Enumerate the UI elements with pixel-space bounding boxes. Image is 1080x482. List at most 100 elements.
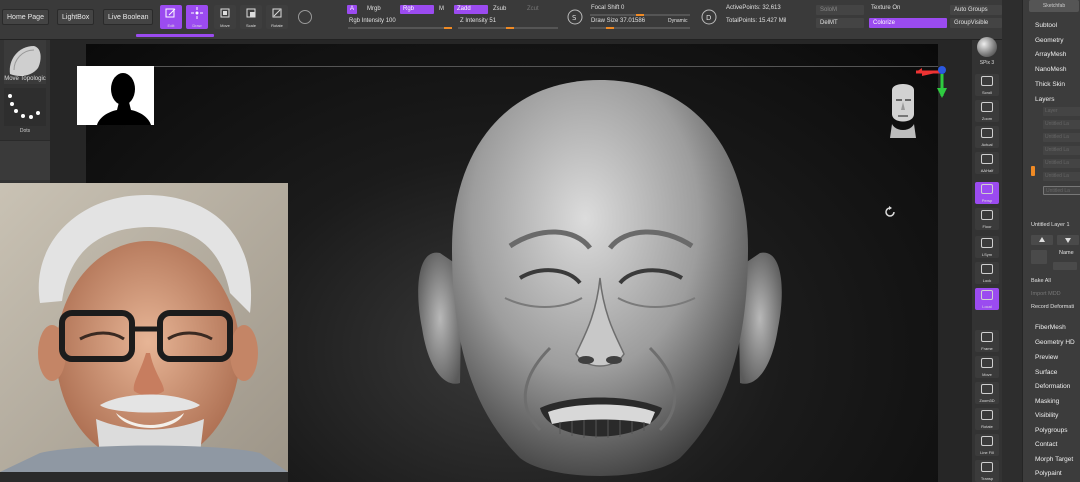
group-visible-button[interactable]: GroupVisible [950,18,1002,28]
draw-button[interactable]: Draw [186,5,208,29]
zcut-toggle[interactable]: Zcut [524,5,542,14]
transp-button[interactable]: Transp [975,460,999,482]
home-page-button[interactable]: Home Page [2,9,49,25]
zoom-button[interactable]: Zoom [975,100,999,122]
sculpted-head-model[interactable] [400,78,800,482]
material-slot[interactable] [0,140,50,180]
solo-button[interactable]: SoloM [816,5,864,15]
edit-button[interactable]: Edit [160,5,182,29]
layer-slot[interactable]: Untitled La [1043,133,1080,142]
geometry-menu[interactable]: Geometry [1035,37,1064,44]
rgb-toggle[interactable]: Rgb [400,5,434,14]
layer-down-button[interactable] [1057,235,1079,245]
stroke-thumbnail[interactable] [4,88,46,126]
a-toggle[interactable]: A [347,5,358,14]
mrgb-toggle[interactable]: Mrgb [364,5,384,14]
contact-menu[interactable]: Contact [1035,441,1057,448]
zsub-toggle[interactable]: Zsub [490,5,509,14]
polypaint-menu[interactable]: Polypaint [1035,470,1062,477]
layers-menu[interactable]: Layers [1035,96,1055,103]
navigation-head-icon[interactable] [886,80,920,140]
subtool-menu[interactable]: Subtool [1035,22,1057,29]
draw-size-icon[interactable]: S [566,8,584,26]
active-points: ActivePoints: 32,613 [726,5,781,11]
stroke-label: Dots [19,128,31,134]
nanomesh-menu[interactable]: NanoMesh [1035,66,1066,73]
layer-slot[interactable]: Untitled La [1043,159,1080,168]
morph-target-menu[interactable]: Morph Target [1035,456,1073,463]
arraymesh-menu[interactable]: ArrayMesh [1035,51,1066,58]
colorize-button[interactable]: Colorize [869,18,947,28]
z-intensity-knob[interactable] [506,27,514,29]
z-intensity-label: Z Intensity 51 [460,18,497,24]
delmt-button[interactable]: DelMT [816,18,864,28]
preview-menu[interactable]: Preview [1035,354,1058,361]
draw-size-label: Draw Size 37.01586 [591,18,646,24]
m-toggle[interactable]: M [436,5,447,14]
palette-top-button[interactable]: Sketchfab [1029,0,1079,12]
polygroups-menu[interactable]: Polygroups [1035,427,1068,434]
active-points-value: 32,613 [762,5,781,11]
draw-size-knob[interactable] [606,27,614,29]
rotate-button[interactable]: Rotate [266,5,288,29]
deformation-menu[interactable]: Deformation [1035,383,1070,390]
lsym-icon [981,238,993,248]
focal-shift-value: 0 [621,5,625,11]
move-view-button[interactable]: Move [975,356,999,378]
tool-palette: Sketchfab Subtool Geometry ArrayMesh Nan… [1022,0,1080,482]
layer-slot[interactable]: Untitled La [1043,146,1080,155]
bpr-button[interactable] [977,37,997,57]
floor-icon [981,210,993,220]
live-boolean-button[interactable]: Live Boolean [103,9,154,25]
fibermesh-menu[interactable]: FiberMesh [1035,324,1066,331]
import-mdd-button[interactable]: Import MDD [1031,291,1061,297]
scroll-label: Scroll [981,90,992,95]
layer-visibility-button[interactable] [1031,250,1047,264]
dynamic-toggle[interactable]: Dynamic [668,18,687,24]
rgb-intensity-knob[interactable] [444,27,452,29]
floor-button[interactable]: Floor [975,208,999,230]
lsym-button[interactable]: LSym [975,236,999,258]
focal-shift-knob[interactable] [636,14,644,16]
layer-slot-selected[interactable]: Untitled La [1043,186,1080,195]
move-button[interactable]: Move [214,5,236,29]
rotate-view-button[interactable]: Rotate [975,408,999,430]
auto-groups-button[interactable]: Auto Groups [950,5,1002,15]
layer-name-button[interactable]: Name [1059,250,1074,256]
actual-button[interactable]: Actual [975,126,999,148]
scroll-button[interactable]: Scroll [975,74,999,96]
lightbox-button[interactable]: LightBox [57,9,95,25]
scale-button[interactable]: Scale [240,5,262,29]
layer-slot[interactable]: Untitled La [1043,120,1080,129]
zadd-toggle[interactable]: Zadd [454,5,488,14]
masking-menu[interactable]: Masking [1035,398,1059,405]
local-icon [981,290,993,300]
local-button[interactable]: Local [975,288,999,310]
lock-button[interactable]: Lock [975,262,999,284]
aahalf-button[interactable]: AAHalf [975,152,999,174]
gyro-icon[interactable] [298,10,312,24]
layer-up-button[interactable] [1031,235,1053,245]
layer-scrollbar[interactable] [1031,166,1035,176]
geometry-hd-menu[interactable]: Geometry HD [1035,339,1075,346]
zoom3d-button[interactable]: Zoom3D [975,382,999,404]
zoom-label: Zoom [981,116,993,121]
bake-all-button[interactable]: Bake All [1031,278,1051,284]
surface-menu[interactable]: Surface [1035,369,1057,376]
thick-skin-menu[interactable]: Thick Skin [1035,81,1065,88]
rgb-intensity-slider[interactable] [348,27,452,29]
move-icon [220,8,230,18]
frame-button[interactable]: Frame [975,330,999,352]
local-label: Local [982,304,992,309]
record-deformation-button[interactable]: Record Deformati [1031,304,1074,310]
layer-name-field[interactable] [1053,262,1077,270]
persp-button[interactable]: Persp [975,182,999,204]
draw-size-slider[interactable] [590,27,690,29]
layer-slot[interactable]: Layer [1043,107,1080,116]
visibility-menu[interactable]: Visibility [1035,412,1058,419]
line-fill-button[interactable]: Line Fill [975,434,999,456]
texture-on-button[interactable]: Texture On [871,5,900,11]
layer-slot[interactable]: Untitled La [1043,172,1080,181]
line-fill-label: Line Fill [980,450,994,455]
dynamic-icon[interactable]: D [700,8,718,26]
